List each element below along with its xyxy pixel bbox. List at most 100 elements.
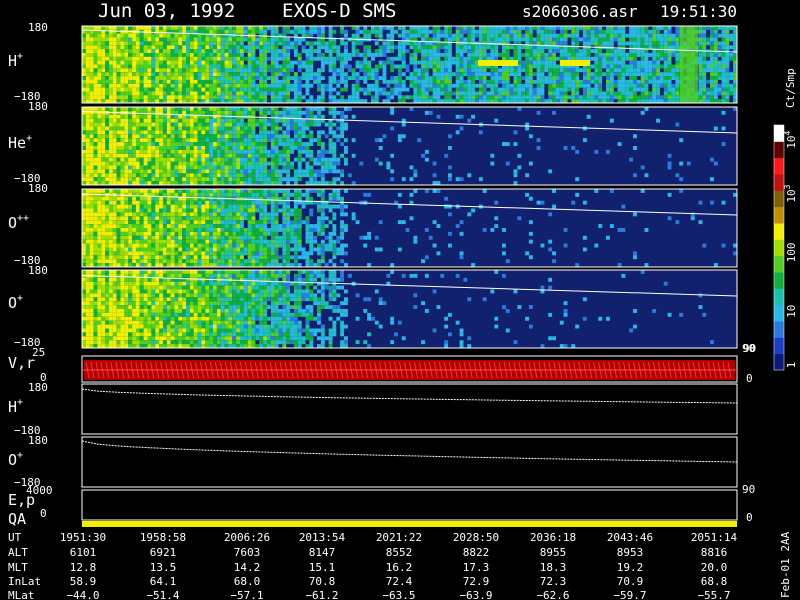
spectrogram-cell (251, 177, 256, 182)
spectrogram-cell (259, 165, 264, 170)
spectrogram-cell (201, 118, 206, 123)
spectrogram-cell (324, 149, 329, 154)
spectrogram-cell (490, 161, 495, 166)
spectrogram-cell (143, 231, 148, 236)
spectrogram-cell (428, 110, 433, 115)
spectrogram-cell (656, 118, 660, 123)
spectrogram-cell (351, 138, 356, 143)
spectrogram-cell (159, 239, 163, 244)
spectrogram-cell (467, 64, 472, 69)
spectrogram-cell (482, 83, 487, 88)
spectrogram-cell (544, 79, 549, 84)
spectrogram-cell (220, 130, 225, 135)
spectrogram-cell (101, 110, 106, 115)
spectrogram-cell (525, 64, 529, 69)
spectrogram-cell (394, 87, 398, 92)
spectrogram-cell (320, 41, 325, 46)
spectrogram-cell (105, 247, 109, 252)
spectrogram-cell (82, 173, 86, 178)
spectrogram-cell (382, 53, 387, 57)
spectrogram-cell (471, 87, 475, 92)
spectrogram-cell (85, 204, 90, 209)
spectrogram-cell (301, 37, 306, 42)
spectrogram-cell (609, 68, 614, 73)
spectrogram-cell (328, 146, 333, 150)
spectrogram-cell (440, 45, 445, 50)
spectrogram-cell (170, 165, 175, 170)
spectrogram-cell (421, 153, 425, 158)
spectrogram-cell (228, 41, 233, 46)
spectrogram-cell (216, 60, 221, 65)
spectrogram-cell (178, 161, 183, 166)
spectrogram-cell (413, 26, 418, 30)
spectrogram-cell (663, 95, 668, 100)
spectrogram-cell (240, 146, 244, 150)
spectrogram-cell (320, 56, 325, 61)
spectrogram-cell (143, 53, 148, 57)
spectrogram-cell (147, 161, 152, 166)
spectrogram-cell (374, 87, 379, 92)
spectrogram-cell (109, 56, 113, 61)
spectrogram-cell (224, 53, 229, 57)
spectrogram-cell (197, 173, 202, 178)
spectrogram-cell (290, 110, 294, 115)
spectrogram-cell (513, 53, 518, 57)
spectrogram-cell (128, 146, 133, 150)
spectrogram-cell (575, 37, 580, 42)
spectrogram-cell (478, 83, 483, 88)
spectrogram-cell (471, 53, 475, 57)
spectrogram-cell (463, 68, 468, 73)
spectrogram-cell (259, 157, 264, 162)
spectrogram-cell (270, 83, 275, 88)
spectrogram-cell (89, 41, 94, 46)
spectrogram-cell (120, 243, 125, 248)
spectrogram-cell (143, 196, 148, 201)
spectrogram-cell (432, 26, 437, 30)
spectrogram-cell (332, 177, 337, 182)
spectrogram-cell (105, 130, 109, 135)
spectrogram-cell (85, 130, 90, 135)
spectrogram-cell (213, 91, 217, 96)
spectrogram-cell (297, 26, 302, 30)
spectrogram-cell (328, 149, 333, 154)
spectrogram-cell (93, 91, 98, 96)
spectrogram-cell (640, 79, 645, 84)
spectrogram-cell (101, 212, 106, 217)
spectrogram-cell (644, 83, 649, 88)
spectrogram-cell (571, 49, 576, 53)
spectrogram-cell (405, 33, 410, 38)
spectrogram-cell (182, 212, 187, 217)
spectrogram-cell (555, 72, 560, 77)
spectrogram-cell (555, 91, 560, 96)
spectrogram-cell (213, 87, 217, 92)
spectrogram-cell (236, 26, 240, 30)
spectrogram-cell (536, 26, 541, 30)
spectrogram-cell (143, 37, 148, 42)
spectrogram-cell (162, 231, 167, 236)
spectrogram-cell (263, 72, 267, 77)
spectrogram-cell (143, 224, 148, 228)
spectrogram-cell (263, 138, 267, 143)
spectrogram-cell (109, 122, 113, 127)
spectrogram-cell (178, 173, 183, 178)
spectrogram-cell (139, 165, 144, 170)
spectrogram-cell (528, 56, 533, 61)
spectrogram-cell (101, 87, 106, 92)
spectrogram-cell (128, 157, 133, 162)
spectrogram-cell (629, 76, 633, 80)
spectrogram-cell (128, 79, 133, 84)
spectrogram-cell (251, 53, 256, 57)
spectrogram-cell (455, 64, 460, 69)
spectrogram-cell (82, 91, 86, 96)
spectrogram-cell (270, 26, 275, 30)
spectrogram-cell (112, 122, 117, 127)
spectrogram-cell (582, 138, 587, 143)
spectrogram-cell (702, 37, 707, 42)
spectrogram-cell (89, 255, 94, 260)
spectrogram-cell (606, 37, 610, 42)
spectrogram-cell (397, 87, 402, 92)
spectrogram-cell (263, 56, 267, 61)
spectrogram-cell (155, 45, 160, 50)
spectrogram-cell (151, 107, 156, 111)
spectrogram-cell (606, 29, 610, 34)
